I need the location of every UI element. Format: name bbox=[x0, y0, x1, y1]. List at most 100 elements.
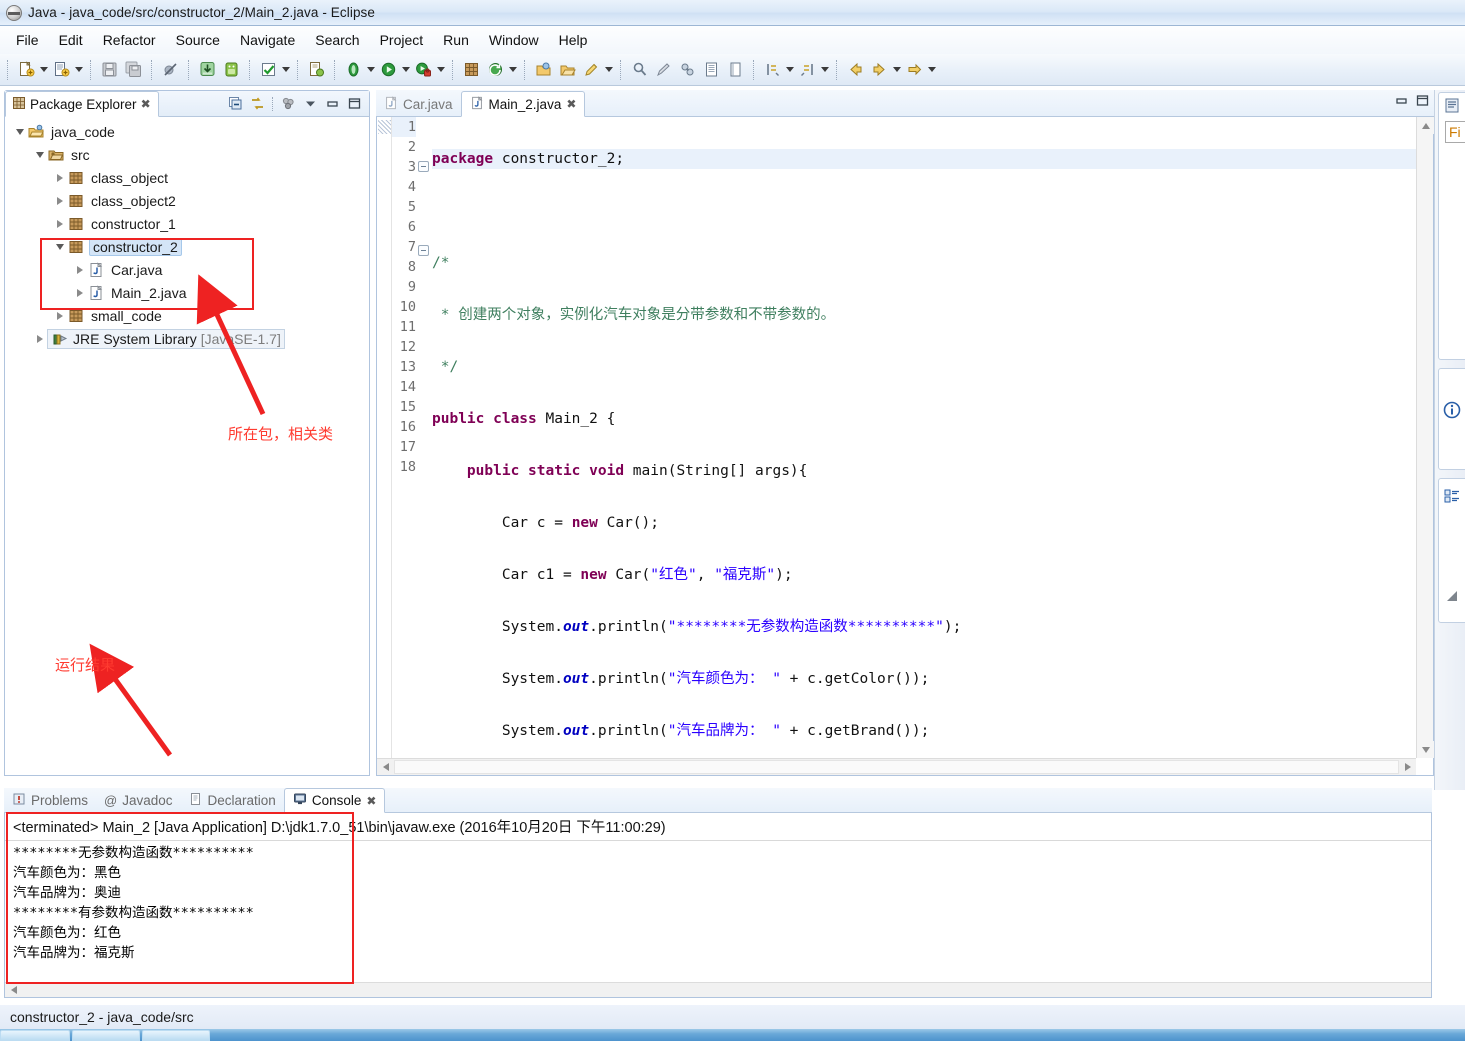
new-java-class-dropdown-caret[interactable] bbox=[73, 59, 84, 81]
new-java-project-icon[interactable] bbox=[484, 59, 506, 81]
view-menu-filters-icon[interactable] bbox=[278, 94, 298, 114]
build-dropdown-caret[interactable] bbox=[280, 59, 291, 81]
forward-history-dropdown-caret[interactable] bbox=[891, 59, 902, 81]
next-annotation-dropdown-caret[interactable] bbox=[784, 59, 795, 81]
info-icon[interactable] bbox=[1440, 399, 1464, 421]
skip-breakpoints-icon[interactable] bbox=[159, 59, 181, 81]
trim-panel-info[interactable] bbox=[1438, 368, 1465, 470]
fold-collapse-icon[interactable] bbox=[418, 245, 429, 256]
save-icon[interactable] bbox=[98, 59, 120, 81]
menu-file[interactable]: File bbox=[6, 29, 49, 51]
menu-refactor[interactable]: Refactor bbox=[93, 29, 166, 51]
collapse-all-icon[interactable] bbox=[225, 94, 245, 114]
menu-navigate[interactable]: Navigate bbox=[230, 29, 305, 51]
tree-node-jre-system-library[interactable]: JRE System Library [JavaSE-1.7] bbox=[5, 327, 369, 350]
tree-node-java_code[interactable]: java_code bbox=[5, 120, 369, 143]
menu-project[interactable]: Project bbox=[370, 29, 434, 51]
trim-panel-task-list[interactable]: Fi bbox=[1438, 92, 1465, 360]
close-icon[interactable]: ✖ bbox=[566, 97, 576, 111]
debug-dropdown-caret[interactable] bbox=[365, 59, 376, 81]
next-annotation-icon[interactable] bbox=[761, 59, 783, 81]
outline-resize-handle[interactable] bbox=[1447, 591, 1457, 601]
tree-node-Main_2.java[interactable]: Main_2.java bbox=[5, 281, 369, 304]
tab-problems[interactable]: Problems bbox=[4, 789, 96, 812]
task-list-icon[interactable] bbox=[1440, 95, 1464, 117]
build-check-icon[interactable] bbox=[257, 59, 279, 81]
tree-node-src[interactable]: src bbox=[5, 143, 369, 166]
collapse-arrow-icon[interactable] bbox=[53, 304, 67, 327]
new-wizard-icon[interactable] bbox=[15, 59, 37, 81]
search-icon[interactable] bbox=[628, 59, 650, 81]
menu-window[interactable]: Window bbox=[479, 29, 549, 51]
editor-tab-main2-java[interactable]: Main_2.java ✖ bbox=[461, 91, 586, 117]
tree-node-constructor_1[interactable]: constructor_1 bbox=[5, 212, 369, 235]
outline-icon[interactable] bbox=[1440, 485, 1464, 507]
pen-icon[interactable] bbox=[652, 59, 674, 81]
new-android-project-icon[interactable] bbox=[305, 59, 327, 81]
scroll-down-icon[interactable] bbox=[1417, 741, 1434, 758]
expand-arrow-icon[interactable] bbox=[13, 120, 27, 143]
package-explorer-tree[interactable]: java_code src class_object bbox=[5, 117, 369, 775]
menu-source[interactable]: Source bbox=[166, 29, 230, 51]
editor-marker-bar[interactable] bbox=[377, 117, 392, 758]
android-sdk-manager-icon[interactable] bbox=[220, 59, 242, 81]
console-output[interactable]: ********无参数构造函数********** 汽车颜色为：黑色 汽车品牌为… bbox=[5, 841, 1431, 963]
editor-tab-car-java[interactable]: Car.java bbox=[376, 92, 461, 116]
collapse-arrow-icon[interactable] bbox=[53, 166, 67, 189]
run-external-tools-icon[interactable] bbox=[412, 59, 434, 81]
save-all-icon[interactable] bbox=[122, 59, 144, 81]
menu-run[interactable]: Run bbox=[433, 29, 479, 51]
collapse-arrow-icon[interactable] bbox=[73, 258, 87, 281]
previous-annotation-icon[interactable] bbox=[796, 59, 818, 81]
tab-javadoc[interactable]: @ Javadoc bbox=[96, 789, 181, 812]
taskbar-item[interactable] bbox=[72, 1030, 140, 1041]
run-icon[interactable] bbox=[377, 59, 399, 81]
expand-arrow-icon[interactable] bbox=[53, 235, 67, 258]
taskbar-item[interactable] bbox=[142, 1030, 210, 1041]
find-field-preview[interactable]: Fi bbox=[1445, 121, 1465, 143]
forward-nav-icon[interactable] bbox=[903, 59, 925, 81]
maximize-icon[interactable] bbox=[344, 94, 364, 114]
link-icon[interactable] bbox=[676, 59, 698, 81]
toggle-word-wrap-icon[interactable] bbox=[724, 59, 746, 81]
folding-ruler[interactable] bbox=[418, 117, 430, 758]
export-icon[interactable] bbox=[196, 59, 218, 81]
taskbar-item[interactable] bbox=[0, 1030, 70, 1041]
new-java-project-dropdown-caret[interactable] bbox=[507, 59, 518, 81]
collapse-arrow-icon[interactable] bbox=[53, 189, 67, 212]
tab-declaration[interactable]: Declaration bbox=[181, 789, 284, 812]
editor-vertical-scrollbar[interactable] bbox=[1416, 117, 1433, 758]
toggle-block-selection-icon[interactable] bbox=[700, 59, 722, 81]
collapse-arrow-icon[interactable] bbox=[73, 281, 87, 304]
code-viewport[interactable]: 1 2 3 4 5 6 7 8 9 10 11 12 13 14 bbox=[377, 117, 1416, 758]
new-wizard-dropdown-caret[interactable] bbox=[38, 59, 49, 81]
edit-icon[interactable] bbox=[580, 59, 602, 81]
scroll-left-icon[interactable] bbox=[5, 983, 22, 997]
link-with-editor-icon[interactable] bbox=[247, 94, 267, 114]
hscroll-track[interactable] bbox=[394, 760, 1399, 774]
code-text[interactable]: package constructor_2; /* * 创建两个对象，实例化汽车… bbox=[430, 117, 1416, 758]
menu-help[interactable]: Help bbox=[549, 29, 598, 51]
new-java-class-icon[interactable] bbox=[50, 59, 72, 81]
editor-horizontal-scrollbar[interactable] bbox=[377, 758, 1416, 775]
tab-package-explorer[interactable]: Package Explorer ✖ bbox=[5, 91, 159, 117]
debug-icon[interactable] bbox=[342, 59, 364, 81]
scroll-left-icon[interactable] bbox=[377, 759, 394, 775]
tree-node-small_code[interactable]: small_code bbox=[5, 304, 369, 327]
forward-nav-dropdown-caret[interactable] bbox=[926, 59, 937, 81]
tree-node-class_object2[interactable]: class_object2 bbox=[5, 189, 369, 212]
view-menu-icon[interactable] bbox=[300, 94, 320, 114]
minimize-icon[interactable] bbox=[322, 94, 342, 114]
fold-collapse-icon[interactable] bbox=[418, 161, 429, 172]
forward-history-icon[interactable] bbox=[868, 59, 890, 81]
edit-dropdown-caret[interactable] bbox=[603, 59, 614, 81]
close-icon[interactable]: ✖ bbox=[141, 97, 151, 111]
back-history-icon[interactable] bbox=[844, 59, 866, 81]
tree-node-class_object[interactable]: class_object bbox=[5, 166, 369, 189]
scroll-up-icon[interactable] bbox=[1417, 117, 1434, 134]
open-type-icon[interactable] bbox=[532, 59, 554, 81]
tab-console[interactable]: Console ✖ bbox=[284, 788, 386, 813]
expand-arrow-icon[interactable] bbox=[33, 143, 47, 166]
open-task-icon[interactable] bbox=[556, 59, 578, 81]
tree-node-Car.java[interactable]: Car.java bbox=[5, 258, 369, 281]
